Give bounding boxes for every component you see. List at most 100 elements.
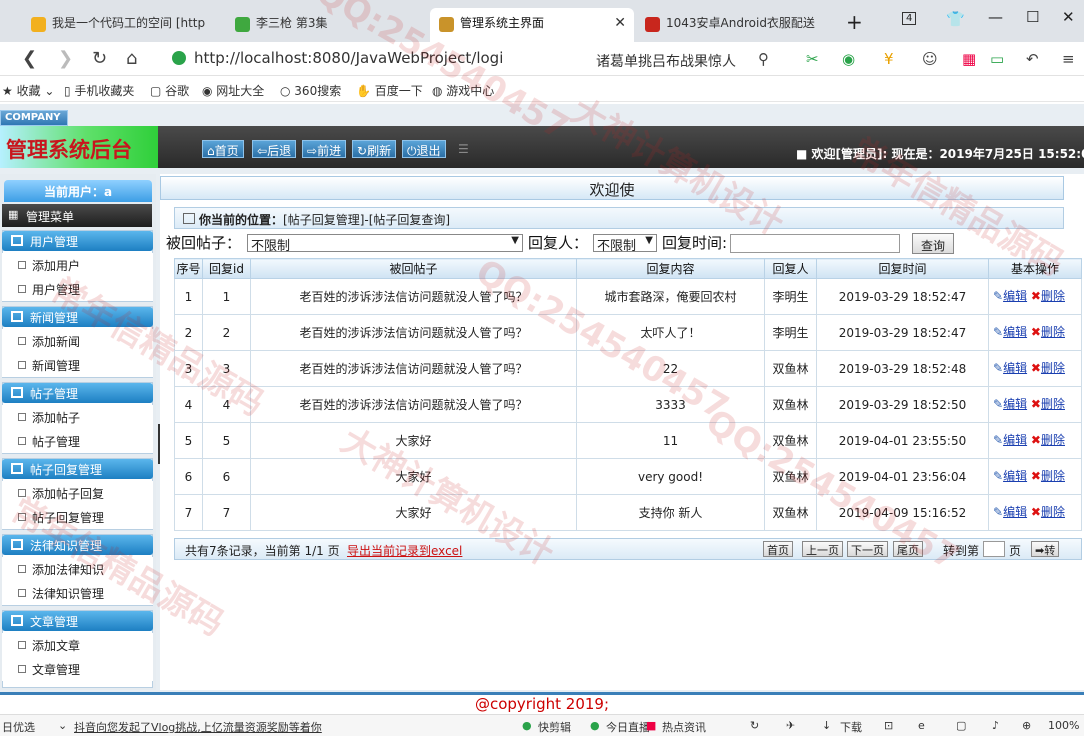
browser-tab[interactable]: 1043安卓Android衣服配送 [636,8,832,42]
table-cell: 双鱼林 [764,494,817,531]
status-item[interactable]: 热点资讯 [662,719,706,735]
reload-icon[interactable]: ↻ [92,48,107,69]
refresh-icon[interactable]: ↻ [750,719,759,732]
new-tab-icon[interactable]: + [846,10,863,34]
menu-item[interactable]: 用户管理 [2,277,153,301]
coin-icon[interactable]: ¥ [884,50,894,68]
menu-group-news[interactable]: 新闻管理 [2,307,153,327]
delete-link[interactable]: 删除 [1041,361,1065,375]
item-icon [18,565,26,573]
zoom-level[interactable]: 100% [1048,719,1079,732]
home-button[interactable]: ⌂首页 [202,140,244,158]
go-button[interactable]: ➡转 [1031,541,1060,557]
delete-link[interactable]: 删除 [1041,397,1065,411]
status-left[interactable]: 日优选 [2,719,35,735]
search-box[interactable]: 诸葛单挑吕布战果惊人 [596,51,736,71]
replier-select[interactable]: 不限制 ▼ [593,234,657,254]
status-item[interactable]: 今日直播 [606,719,650,735]
menu-group-articles[interactable]: 文章管理 [2,611,153,631]
pencil-icon: ✎ [993,325,1004,339]
edit-link[interactable]: 编辑 [1003,433,1027,447]
browser-tab[interactable]: 我是一个代码工的空间 [http [22,8,222,42]
bookmark-item[interactable]: ▯ 手机收藏夹 [64,82,134,99]
delete-link[interactable]: 删除 [1041,469,1065,483]
address-bar[interactable]: http://localhost:8080/JavaWebProject/log… [172,46,582,72]
status-item[interactable]: 快剪辑 [538,719,571,735]
menu-item[interactable]: 添加法律知识 [2,557,153,581]
delete-link[interactable]: 删除 [1041,289,1065,303]
menu-item[interactable]: 添加新闻 [2,329,153,353]
menu-group-posts[interactable]: 帖子管理 [2,383,153,403]
scissors-icon[interactable]: ✂ [806,50,819,68]
ie-icon[interactable]: e [918,719,925,732]
menu-group-replies[interactable]: 帖子回复管理 [2,459,153,479]
status-item[interactable]: 下载 [840,719,862,735]
next-page-button[interactable]: 下一页 [847,541,888,557]
back-icon[interactable]: ❮ [22,48,37,69]
first-page-button[interactable]: 首页 [763,541,793,557]
refresh-button[interactable]: ↻刷新 [352,140,397,158]
reply-time-input[interactable] [730,234,900,253]
delete-link[interactable]: 删除 [1041,325,1065,339]
home-icon[interactable]: ⌂ [126,48,137,69]
menu-item[interactable]: 添加帖子回复 [2,481,153,505]
menu-item[interactable]: 添加用户 [2,253,153,277]
menu-icon[interactable]: ≡ [1062,50,1075,68]
apps-icon[interactable]: ▦ [962,50,976,68]
delete-link[interactable]: 删除 [1041,505,1065,519]
bookmark-item[interactable]: ★ 收藏 ⌄ [2,82,54,99]
menu-item[interactable]: 法律知识管理 [2,581,153,605]
undo-icon[interactable]: ↶ [1026,50,1039,68]
menu-group-law[interactable]: 法律知识管理 [2,535,153,555]
shield-icon[interactable]: ✈ [786,719,795,732]
back-button[interactable]: ⇦后退 [252,140,297,158]
chat-icon[interactable]: ☺ [922,50,938,68]
position-label: 你当前的位置： [199,213,284,227]
browser-tab-active[interactable]: 管理系统主界面 ✕ [430,8,634,42]
translate-icon[interactable]: ◉ [842,50,855,68]
bookmark-item[interactable]: ○ 360搜索 [280,82,341,99]
edit-link[interactable]: 编辑 [1003,325,1027,339]
bookmark-item[interactable]: ✋ 百度一下 [356,82,423,99]
screenshot-icon[interactable]: ⊡ [884,719,893,732]
query-button[interactable]: 查询 [912,233,954,254]
bookmark-item[interactable]: ◉ 网址大全 [202,82,264,99]
search-icon[interactable]: ⚲ [758,50,769,68]
edit-link[interactable]: 编辑 [1003,289,1027,303]
close-window-icon[interactable]: ✕ [1062,8,1075,26]
goto-page-input[interactable] [983,541,1005,557]
export-excel-link[interactable]: 导出当前记录到excel [347,542,462,559]
edit-link[interactable]: 编辑 [1003,361,1027,375]
menu-item[interactable]: 添加帖子 [2,405,153,429]
delete-link[interactable]: 删除 [1041,433,1065,447]
edit-link[interactable]: 编辑 [1003,397,1027,411]
status-news[interactable]: 抖音向您发起了Vlog挑战,上亿流量资源奖励等着你 [74,719,322,735]
menu-item[interactable]: 文章管理 [2,657,153,681]
bookmark-item[interactable]: ◍ 游戏中心 [432,82,494,99]
prev-page-button[interactable]: 上一页 [802,541,843,557]
post-select[interactable]: 不限制 ▼ [247,234,523,254]
window-icon[interactable]: ▢ [956,719,966,732]
menu-item[interactable]: 添加文章 [2,633,153,657]
minimize-icon[interactable]: — [988,8,1003,26]
maximize-icon[interactable]: ☐ [1026,8,1039,26]
menu-item[interactable]: 帖子回复管理 [2,505,153,529]
volume-icon[interactable]: ♪ [992,719,999,732]
menu-group-users[interactable]: 用户管理 [2,231,153,251]
last-page-button[interactable]: 尾页 [893,541,923,557]
logout-button[interactable]: ⏻退出 [402,140,446,158]
browser-tab[interactable]: 李三枪 第3集 [226,8,426,42]
edit-link[interactable]: 编辑 [1003,469,1027,483]
close-tab-icon[interactable]: ✕ [614,15,626,31]
forward-button[interactable]: ⇨前进 [302,140,347,158]
menu-item[interactable]: 新闻管理 [2,353,153,377]
zoom-icon[interactable]: ⊕ [1022,719,1031,732]
shirt-icon[interactable]: 👕 [946,10,965,28]
bookmark-item[interactable]: ▢ 谷歌 [150,82,189,99]
battery-icon[interactable]: ▭ [990,50,1004,68]
edit-link[interactable]: 编辑 [1003,505,1027,519]
forward-icon[interactable]: ❯ [58,48,73,69]
tab-count-badge[interactable]: 4 [902,12,917,25]
menu-item[interactable]: 帖子管理 [2,429,153,453]
pencil-icon: ✎ [993,361,1004,375]
